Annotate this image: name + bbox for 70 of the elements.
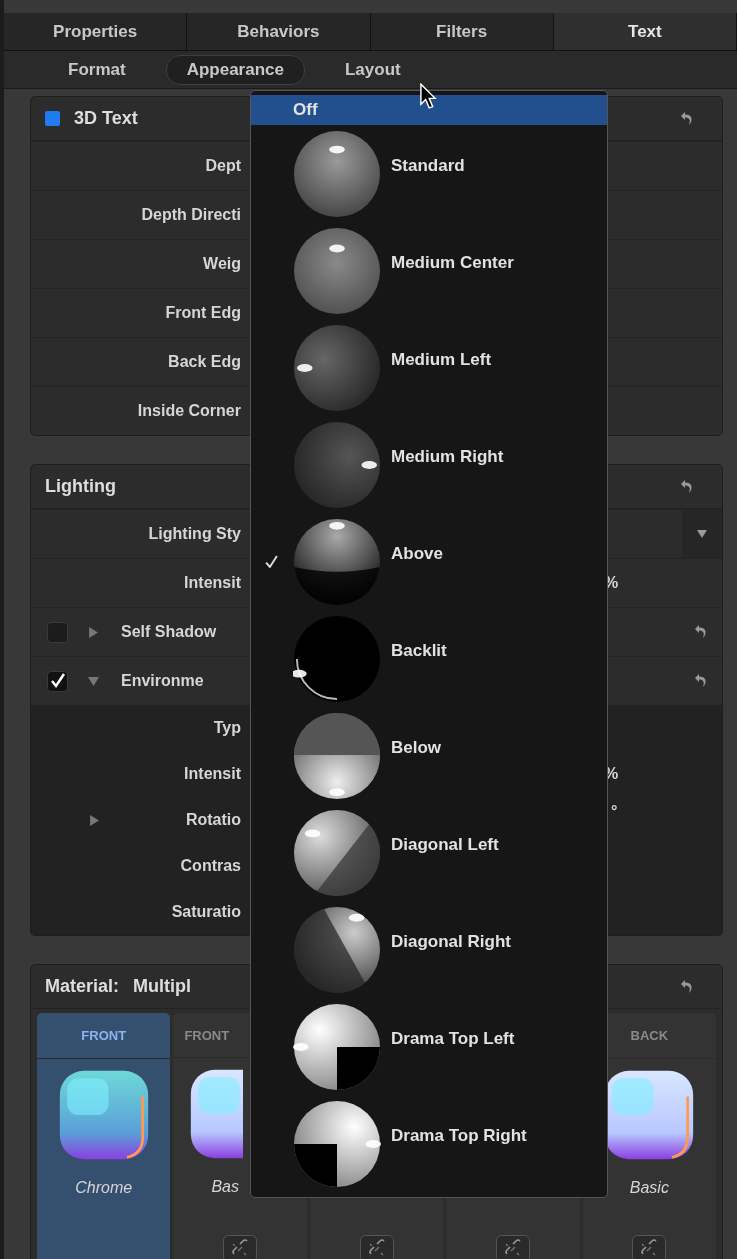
reset-icon[interactable]: [694, 673, 708, 689]
parameter-label: Depth Directi: [140, 206, 241, 224]
reset-icon[interactable]: [680, 478, 694, 495]
sphere-preview-icon: [293, 517, 381, 606]
checkbox[interactable]: [47, 621, 68, 643]
menu-item[interactable]: Off: [251, 95, 607, 125]
inspector-tab[interactable]: Text: [553, 13, 737, 50]
menu-item[interactable]: Medium Center: [251, 222, 607, 319]
broken-link-icon[interactable]: [495, 1235, 530, 1259]
sphere-preview-icon: [293, 711, 381, 800]
menu-item[interactable]: Medium Left: [251, 319, 607, 416]
mouse-pointer-icon: [419, 83, 437, 109]
menu-item[interactable]: Diagonal Left: [251, 804, 607, 901]
sphere-preview-icon: [293, 226, 381, 315]
sphere-preview-icon: [293, 323, 381, 412]
material-name: Bas: [211, 1178, 239, 1196]
sphere-preview-icon: [293, 614, 381, 703]
sphere-preview-icon: [293, 1002, 381, 1091]
broken-link-icon[interactable]: [632, 1235, 667, 1259]
reset-icon[interactable]: [694, 624, 708, 640]
parameter-label: Self Shadow: [121, 623, 217, 641]
parameter-label: Intensit: [183, 574, 241, 592]
menu-item[interactable]: Below: [251, 707, 607, 804]
parameter-label: Saturatio: [170, 903, 241, 921]
parameter-label: Environme: [121, 672, 204, 690]
parameter-label: Intensit: [183, 765, 241, 783]
parameter-label: Inside Corner: [136, 402, 241, 420]
enable-checkbox[interactable]: [45, 111, 60, 126]
broken-link-icon[interactable]: [223, 1235, 258, 1259]
expanded-triangle-icon[interactable]: [88, 675, 99, 687]
menu-item[interactable]: Diagonal Right: [251, 901, 607, 998]
sub-tab[interactable]: Appearance: [165, 54, 305, 85]
material-name: Chrome: [75, 1179, 133, 1197]
material-swatch-icon: [57, 1069, 150, 1161]
collapsed-triangle-icon[interactable]: [88, 626, 99, 638]
parameter-label: Typ: [212, 719, 241, 737]
material-swatch-icon: [189, 1068, 244, 1160]
broken-link-icon[interactable]: [359, 1235, 394, 1259]
material-card[interactable]: FRONT Chrome: [37, 1013, 171, 1259]
menu-item[interactable]: Above: [251, 513, 607, 610]
collapsed-triangle-icon[interactable]: [89, 814, 100, 826]
checkbox[interactable]: [47, 670, 68, 692]
card-label: FRONT: [184, 1027, 230, 1043]
card-label: BACK: [630, 1028, 669, 1043]
material-value: Multipl: [133, 976, 191, 997]
section-title: 3D Text: [74, 108, 138, 129]
sphere-preview-icon: [293, 1099, 381, 1188]
sphere-preview-icon: [293, 420, 381, 509]
sphere-preview-icon: [293, 808, 381, 897]
value-unit: °: [611, 803, 618, 821]
section-title: Material:: [45, 976, 120, 997]
sub-tab[interactable]: Format: [48, 55, 146, 84]
section-title: Lighting: [45, 476, 116, 497]
reset-icon[interactable]: [680, 110, 694, 127]
sub-tab[interactable]: Layout: [324, 55, 421, 84]
parameter-label: Weig: [202, 255, 241, 273]
menu-item[interactable]: Standard: [251, 125, 607, 222]
parameter-label: Lighting Sty: [147, 525, 241, 543]
reset-icon[interactable]: [680, 978, 694, 995]
sphere-preview-icon: [293, 129, 381, 218]
menu-item[interactable]: Backlit: [251, 610, 607, 707]
menu-item[interactable]: Medium Right: [251, 416, 607, 513]
sphere-preview-icon: [293, 905, 381, 994]
material-name: Basic: [629, 1179, 669, 1197]
parameter-label: Back Edg: [167, 353, 241, 371]
parameter-label: Contras: [179, 857, 241, 875]
parameter-label: Front Edg: [164, 304, 241, 322]
parameter-label: Dept: [204, 157, 241, 175]
parameter-label: Rotatio: [184, 811, 241, 829]
card-label: FRONT: [81, 1028, 127, 1043]
